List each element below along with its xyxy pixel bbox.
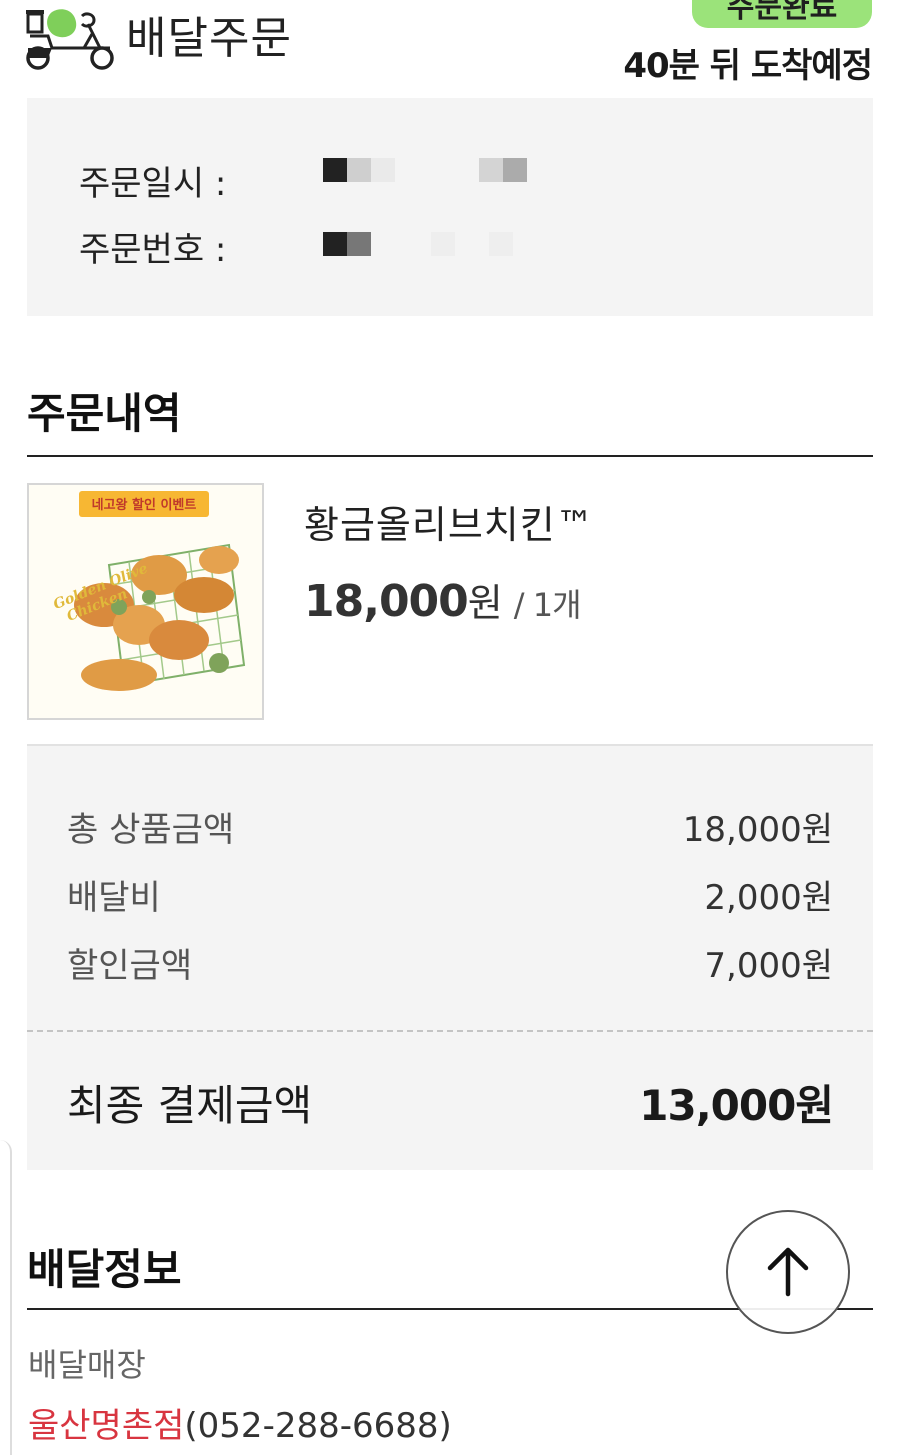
section-divider bbox=[27, 455, 873, 457]
product-thumbnail[interactable]: 네고왕 할인 이벤트 Golden Olive Chicken bbox=[27, 483, 264, 720]
product-price: 18,000 bbox=[304, 576, 469, 627]
order-date-label: 주문일시 : bbox=[79, 164, 227, 204]
store-name[interactable]: 울산명촌점 bbox=[28, 1406, 184, 1446]
store-line: 울산명촌점(052-288-6688) bbox=[28, 1398, 452, 1447]
arrow-up-icon bbox=[767, 1247, 809, 1297]
redacted-order-number bbox=[323, 232, 514, 256]
summary-value: 2,000원 bbox=[704, 878, 833, 918]
store-label: 배달매장 bbox=[28, 1346, 146, 1384]
product-quantity: / 1개 bbox=[513, 586, 582, 624]
scroll-to-top-button[interactable] bbox=[726, 1210, 850, 1334]
payment-summary-panel: 총 상품금액 18,000원 배달비 2,000원 할인금액 7,000원 최종… bbox=[27, 744, 873, 1170]
total-label: 최종 결제금액 bbox=[67, 1081, 313, 1130]
order-section-title: 주문내역 bbox=[27, 389, 182, 438]
summary-label: 총 상품금액 bbox=[67, 810, 235, 850]
chicken-image: 네고왕 할인 이벤트 Golden Olive Chicken bbox=[29, 485, 262, 718]
delivery-scooter-icon bbox=[26, 9, 114, 70]
order-meta-panel: 주문일시 : 주문번호 : bbox=[27, 98, 873, 316]
product-currency: 원 bbox=[467, 581, 503, 625]
product-price-line: 18,000원 / 1개 bbox=[304, 572, 582, 627]
order-status-badge: 주문완료 bbox=[692, 0, 872, 28]
summary-value: 7,000원 bbox=[704, 946, 833, 986]
side-panel-edge bbox=[0, 1140, 12, 1455]
redacted-order-date bbox=[323, 158, 528, 182]
store-phone[interactable]: (052-288-6688) bbox=[184, 1406, 451, 1446]
eta-text: 40분 뒤 도착예정 bbox=[623, 46, 873, 86]
header: 배달주문 주문완료 40분 뒤 도착예정 bbox=[0, 0, 900, 98]
product-name: 황금올리브치킨™ bbox=[304, 503, 595, 547]
summary-value: 18,000원 bbox=[682, 810, 833, 850]
image-banner-text: 네고왕 할인 이벤트 bbox=[92, 497, 197, 513]
delivery-section-title: 배달정보 bbox=[27, 1245, 182, 1294]
page-title: 배달주문 bbox=[126, 13, 292, 64]
dashed-divider bbox=[27, 1030, 873, 1032]
total-value: 13,000원 bbox=[639, 1081, 834, 1130]
summary-label: 할인금액 bbox=[67, 946, 193, 986]
summary-label: 배달비 bbox=[67, 878, 161, 918]
order-detail-page: 배달주문 주문완료 40분 뒤 도착예정 주문일시 : 주문번호 : 주문내역 … bbox=[0, 0, 900, 1455]
order-number-label: 주문번호 : bbox=[79, 230, 227, 270]
